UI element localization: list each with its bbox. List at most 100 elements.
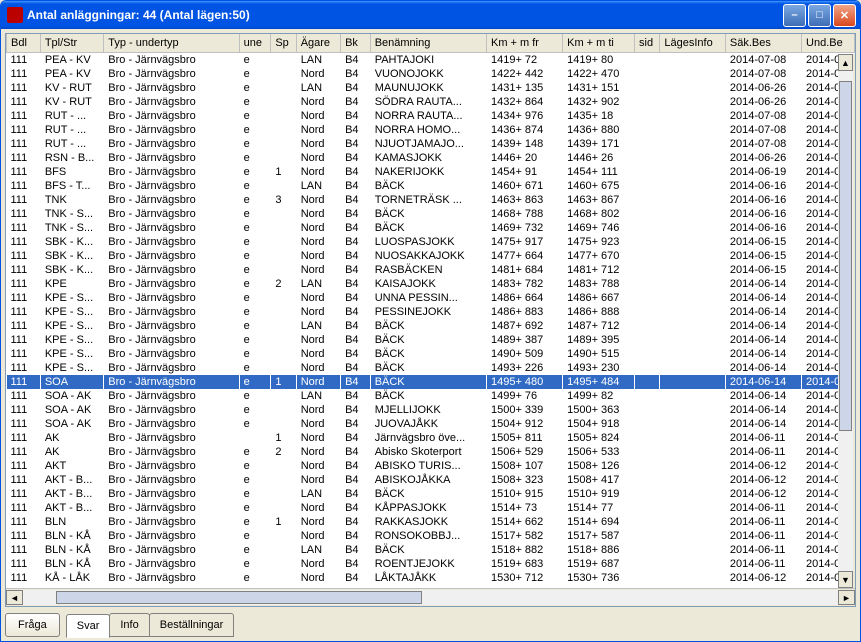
cell-sak: 2014-06-12 [725, 459, 801, 473]
table-row[interactable]: 111SBK - K...Bro - JärnvägsbroeNordB4NUO… [7, 249, 855, 263]
scroll-right-icon[interactable]: ► [838, 590, 855, 605]
table-row[interactable]: 111BLNBro - Järnvägsbroe1NordB4RAKKASJOK… [7, 515, 855, 529]
cell-bk: B4 [341, 151, 371, 165]
table-row[interactable]: 111RUT - ...Bro - JärnvägsbroeNordB4NJUO… [7, 137, 855, 151]
cell-tpl: KÅ - LÅK [40, 571, 103, 585]
table-row[interactable]: 111KPE - S...Bro - JärnvägsbroeLANB4BÄCK… [7, 319, 855, 333]
column-header[interactable]: LägesInfo [660, 34, 726, 52]
cell-tpl: KPE - S... [40, 361, 103, 375]
maximize-button[interactable]: □ [808, 4, 831, 27]
table-row[interactable]: 111SOABro - Järnvägsbroe1NordB4BÄCK1495+… [7, 375, 855, 389]
table-row[interactable]: 111KV - RUTBro - JärnvägsbroeNordB4SÖDRA… [7, 95, 855, 109]
cell-agare: Nord [296, 249, 340, 263]
table-row[interactable]: 111BLN - KÅBro - JärnvägsbroeNordB4RONSO… [7, 529, 855, 543]
cell-bdl: 111 [7, 459, 41, 473]
table-row[interactable]: 111AKT - B...Bro - JärnvägsbroeNordB4ABI… [7, 473, 855, 487]
cell-kmti: 1508+ 126 [563, 459, 635, 473]
table-row[interactable]: 111SBK - K...Bro - JärnvägsbroeNordB4RAS… [7, 263, 855, 277]
vscroll-thumb[interactable] [839, 81, 852, 431]
table-row[interactable]: 111KPE - S...Bro - JärnvägsbroeNordB4BÄC… [7, 347, 855, 361]
title-bar[interactable]: Antal anläggningar: 44 (Antal lägen:50) … [1, 1, 860, 29]
cell-tpl: AK [40, 431, 103, 445]
table-row[interactable]: 111KPE - S...Bro - JärnvägsbroeNordB4BÄC… [7, 361, 855, 375]
cell-sid [635, 207, 660, 221]
cell-kmti: 1477+ 670 [563, 249, 635, 263]
cell-agare: LAN [296, 389, 340, 403]
column-header-row[interactable]: BdlTpl/StrTyp - undertypuneSpÄgareBkBenä… [7, 34, 855, 52]
cell-kmfr: 1508+ 107 [486, 459, 562, 473]
column-header[interactable]: Säk.Bes [725, 34, 801, 52]
hscroll-thumb[interactable] [56, 591, 423, 604]
minimize-button[interactable]: – [783, 4, 806, 27]
table-row[interactable]: 111BFS - T...Bro - JärnvägsbroeLANB4BÄCK… [7, 179, 855, 193]
column-header[interactable]: Bdl [7, 34, 41, 52]
table-row[interactable]: 111SOA - AKBro - JärnvägsbroeNordB4MJELL… [7, 403, 855, 417]
column-header[interactable]: Km + m fr [486, 34, 562, 52]
data-grid[interactable]: BdlTpl/StrTyp - undertypuneSpÄgareBkBenä… [6, 34, 855, 588]
column-header[interactable]: une [239, 34, 271, 52]
column-header[interactable]: Sp [271, 34, 296, 52]
tab-bestallningar[interactable]: Beställningar [149, 613, 235, 637]
table-row[interactable]: 111AKT - B...Bro - JärnvägsbroeLANB4BÄCK… [7, 487, 855, 501]
column-header[interactable]: Km + m ti [563, 34, 635, 52]
table-row[interactable]: 111KPE - S...Bro - JärnvägsbroeNordB4PES… [7, 305, 855, 319]
scroll-up-icon[interactable]: ▲ [838, 54, 853, 71]
table-row[interactable]: 111PEA - KVBro - JärnvägsbroeLANB4PAHTAJ… [7, 52, 855, 67]
table-row[interactable]: 111RUT - ...Bro - JärnvägsbroeNordB4NORR… [7, 109, 855, 123]
table-row[interactable]: 111BLN - KÅBro - JärnvägsbroeLANB4BÄCK15… [7, 543, 855, 557]
table-row[interactable]: 111TNKBro - Järnvägsbroe3NordB4TORNETRÄS… [7, 193, 855, 207]
column-header[interactable]: Tpl/Str [40, 34, 103, 52]
cell-sak: 2014-06-26 [725, 95, 801, 109]
cell-kmfr: 1506+ 529 [486, 445, 562, 459]
cell-typ: Bro - Järnvägsbro [104, 389, 239, 403]
column-header[interactable]: Benämning [370, 34, 486, 52]
cell-tpl: PEA - KV [40, 52, 103, 67]
cell-bk: B4 [341, 445, 371, 459]
table-row[interactable]: 111AKBro - Järnvägsbro1NordB4Järnvägsbro… [7, 431, 855, 445]
column-header[interactable]: Und.Be [802, 34, 855, 52]
table-row[interactable]: 111AKTBro - JärnvägsbroeNordB4ABISKO TUR… [7, 459, 855, 473]
cell-une: e [239, 137, 271, 151]
table-row[interactable]: 111TNK - S...Bro - JärnvägsbroeNordB4BÄC… [7, 207, 855, 221]
scroll-down-icon[interactable]: ▼ [838, 571, 853, 588]
cell-agare: Nord [296, 417, 340, 431]
table-row[interactable]: 111KÅ - LÅKBro - JärnvägsbroeNordB4LÅKTA… [7, 571, 855, 585]
horizontal-scrollbar[interactable]: ◄ ► [6, 588, 855, 606]
table-row[interactable]: 111PEA - KVBro - JärnvägsbroeNordB4VUONO… [7, 67, 855, 81]
table-row[interactable]: 111RUT - ...Bro - JärnvägsbroeNordB4NORR… [7, 123, 855, 137]
table-row[interactable]: 111KPEBro - Järnvägsbroe2LANB4KAISAJOKK1… [7, 277, 855, 291]
tab-svar[interactable]: Svar [66, 614, 111, 638]
cell-agare: Nord [296, 347, 340, 361]
table-row[interactable]: 111AKT - B...Bro - JärnvägsbroeNordB4KÅP… [7, 501, 855, 515]
cell-typ: Bro - Järnvägsbro [104, 543, 239, 557]
table-row[interactable]: 111BLN - KÅBro - JärnvägsbroeNordB4ROENT… [7, 557, 855, 571]
table-row[interactable]: 111KV - RUTBro - JärnvägsbroeLANB4MAUNUJ… [7, 81, 855, 95]
close-button[interactable]: ✕ [833, 4, 856, 27]
column-header[interactable]: Bk [341, 34, 371, 52]
tab-info[interactable]: Info [109, 613, 149, 637]
table-row[interactable]: 111KPE - S...Bro - JärnvägsbroeNordB4UNN… [7, 291, 855, 305]
table-row[interactable]: 111SBK - K...Bro - JärnvägsbroeNordB4LUO… [7, 235, 855, 249]
cell-lag [660, 165, 726, 179]
cell-lag [660, 207, 726, 221]
cell-kmfr: 1483+ 782 [486, 277, 562, 291]
scroll-left-icon[interactable]: ◄ [6, 590, 23, 605]
table-row[interactable]: 111SOA - AKBro - JärnvägsbroeLANB4BÄCK14… [7, 389, 855, 403]
fraga-button[interactable]: Fråga [5, 613, 60, 637]
table-row[interactable]: 111TNK - S...Bro - JärnvägsbroeNordB4BÄC… [7, 221, 855, 235]
column-header[interactable]: sid [635, 34, 660, 52]
column-header[interactable]: Typ - undertyp [104, 34, 239, 52]
table-row[interactable]: 111BFSBro - Järnvägsbroe1NordB4NAKERIJOK… [7, 165, 855, 179]
vertical-scrollbar[interactable]: ▲ ▼ [838, 54, 855, 588]
cell-lag [660, 319, 726, 333]
cell-agare: Nord [296, 137, 340, 151]
table-row[interactable]: 111KPE - S...Bro - JärnvägsbroeNordB4BÄC… [7, 333, 855, 347]
table-row[interactable]: 111SOA - AKBro - JärnvägsbroeNordB4JUOVA… [7, 417, 855, 431]
cell-sp [271, 417, 296, 431]
table-row[interactable]: 111RSN - B...Bro - JärnvägsbroeNordB4KAM… [7, 151, 855, 165]
cell-tpl: SOA - AK [40, 403, 103, 417]
column-header[interactable]: Ägare [296, 34, 340, 52]
table-row[interactable]: 111AKBro - Järnvägsbroe2NordB4Abisko Sko… [7, 445, 855, 459]
cell-lag [660, 515, 726, 529]
cell-typ: Bro - Järnvägsbro [104, 571, 239, 585]
